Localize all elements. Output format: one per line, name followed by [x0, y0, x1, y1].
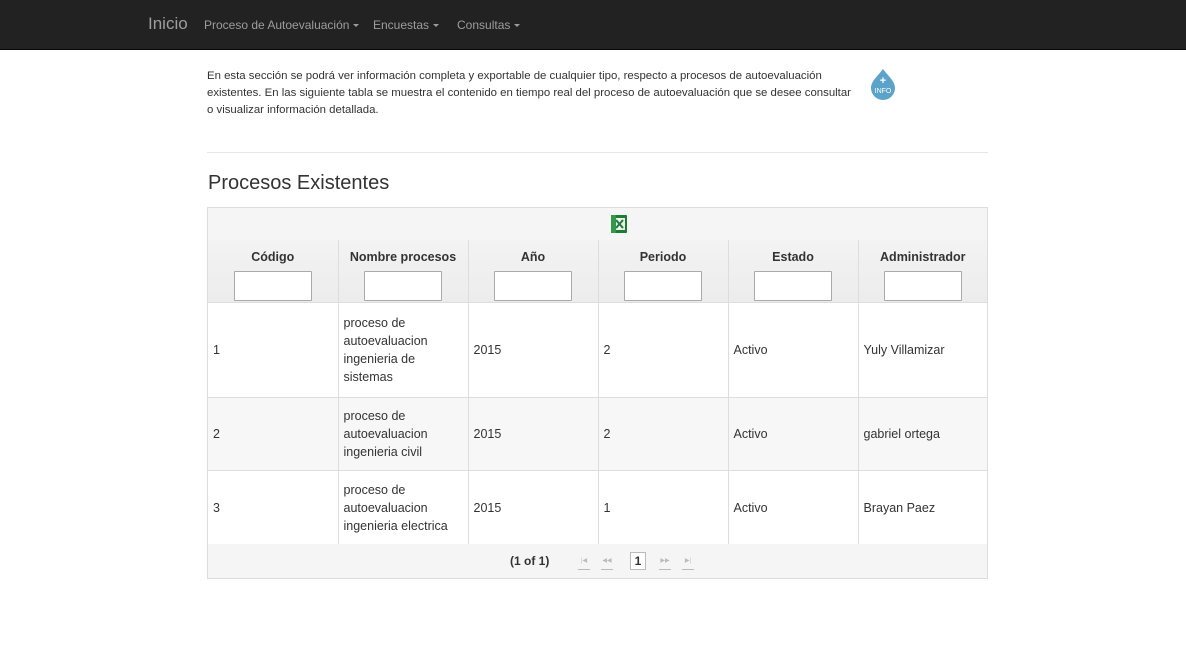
cell-codigo: 3: [208, 470, 339, 546]
filter-input-codigo[interactable]: [233, 271, 312, 301]
cell-periodo: 1: [598, 470, 729, 546]
table-toolbar: [208, 208, 987, 241]
procesos-table-panel: Código Nombre procesos Año Periodo Estad…: [207, 207, 988, 579]
column-header-label: Periodo: [639, 250, 687, 264]
cell-periodo: 2: [598, 397, 729, 471]
nav-menu-label: Proceso de Autoevaluación: [204, 18, 350, 32]
navbar: Inicio Proceso de Autoevaluación Encuest…: [0, 0, 1186, 50]
nav-menu-autoevaluacion[interactable]: Proceso de Autoevaluación: [204, 18, 360, 32]
column-header-label: Año: [520, 250, 546, 264]
cell-periodo: 2: [598, 302, 729, 398]
paginator: (1 of 1) |◀ ◀◀ 1 ▶▶ ▶|: [208, 544, 987, 578]
nav-menu-encuestas[interactable]: Encuestas: [373, 18, 440, 32]
cell-estado: Activo: [728, 397, 859, 471]
cell-administrador: Brayan Paez: [858, 470, 987, 546]
filter-input-periodo[interactable]: [624, 271, 702, 301]
prev-page-icon[interactable]: ◀◀: [601, 555, 613, 570]
caret-down-icon: [514, 24, 521, 28]
page-number-button[interactable]: 1: [630, 552, 646, 570]
svg-text:+: +: [880, 75, 886, 87]
cell-anio: 2015: [468, 302, 599, 398]
filter-input-administrador[interactable]: [883, 271, 962, 301]
cell-codigo: 1: [208, 302, 339, 398]
nav-menu-label: Consultas: [457, 18, 511, 32]
nav-menu-consultas[interactable]: Consultas: [457, 18, 521, 32]
procesos-table: Código Nombre procesos Año Periodo Estad…: [208, 240, 987, 546]
cell-anio: 2015: [468, 397, 599, 471]
cell-nombre: proceso de autoevaluacion ingenieria de …: [338, 302, 469, 398]
section-title: Procesos Existentes: [208, 172, 390, 194]
cell-estado: Activo: [728, 470, 859, 546]
table-row[interactable]: 2 proceso de autoevaluacion ingenieria c…: [208, 397, 987, 471]
excel-export-icon[interactable]: [609, 214, 629, 234]
nav-menu-label: Encuestas: [373, 18, 430, 32]
cell-administrador: Yuly Villamizar: [858, 302, 987, 398]
column-header-administrador[interactable]: Administrador: [858, 240, 987, 303]
column-header-label: Estado: [772, 250, 814, 264]
filter-input-nombre[interactable]: [364, 271, 442, 301]
table-header-row: Código Nombre procesos Año Periodo Estad…: [208, 240, 987, 303]
svg-text:INFO: INFO: [875, 88, 892, 95]
divider: [207, 152, 988, 153]
page-report: (1 of 1): [510, 554, 550, 568]
table-row[interactable]: 3 proceso de autoevaluacion ingenieria e…: [208, 470, 987, 546]
cell-nombre: proceso de autoevaluacion ingenieria civ…: [338, 397, 469, 471]
intro-text: En esta sección se podrá ver información…: [207, 70, 851, 116]
cell-estado: Activo: [728, 302, 859, 398]
column-header-label: Nombre procesos: [349, 250, 457, 264]
caret-down-icon: [433, 24, 440, 28]
next-page-icon[interactable]: ▶▶: [659, 555, 671, 570]
column-header-label: Código: [251, 250, 295, 264]
cell-administrador: gabriel ortega: [858, 397, 987, 471]
cell-nombre: proceso de autoevaluacion ingenieria ele…: [338, 470, 469, 546]
column-header-estado[interactable]: Estado: [728, 240, 859, 303]
first-page-icon[interactable]: |◀: [578, 555, 590, 570]
column-header-periodo[interactable]: Periodo: [598, 240, 729, 303]
cell-anio: 2015: [468, 470, 599, 546]
column-header-label: Administrador: [880, 250, 966, 264]
filter-input-anio[interactable]: [494, 271, 572, 301]
table-row[interactable]: 1 proceso de autoevaluacion ingenieria d…: [208, 302, 987, 398]
column-header-nombre[interactable]: Nombre procesos: [338, 240, 469, 303]
caret-down-icon: [353, 24, 360, 28]
column-header-codigo[interactable]: Código: [208, 240, 339, 303]
brand-link[interactable]: Inicio: [148, 14, 188, 34]
last-page-icon[interactable]: ▶|: [682, 555, 694, 570]
filter-input-estado[interactable]: [754, 271, 832, 301]
info-icon[interactable]: + INFO: [867, 68, 899, 100]
cell-codigo: 2: [208, 397, 339, 471]
column-header-anio[interactable]: Año: [468, 240, 599, 303]
